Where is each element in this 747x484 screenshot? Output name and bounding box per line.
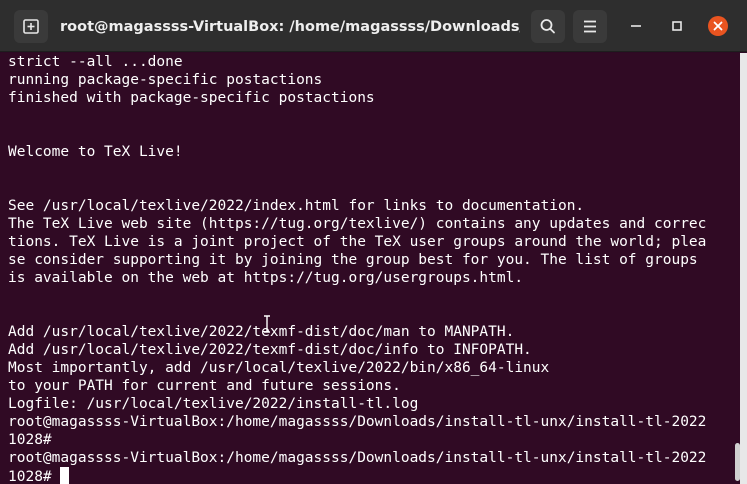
terminal-prompt-line[interactable]: 1028# [8, 467, 70, 484]
terminal-line: Welcome to TeX Live! [8, 144, 183, 160]
new-tab-icon [23, 19, 39, 34]
close-icon [708, 16, 728, 36]
mouse-ibeam-cursor-icon [264, 315, 270, 333]
terminal-line: Logfile: /usr/local/texlive/2022/install… [8, 396, 419, 412]
search-icon [540, 19, 555, 34]
terminal-line: strict --all ...done [8, 54, 183, 70]
terminal-line: running package-specific postactions [8, 72, 323, 88]
terminal-prompt-line: 1028# [8, 432, 61, 448]
new-tab-button[interactable] [14, 10, 48, 43]
terminal-line: tions. TeX Live is a joint project of th… [8, 234, 707, 250]
minimize-button[interactable] [625, 15, 647, 37]
terminal-prompt-line: root@magassss-VirtualBox:/home/magassss/… [8, 414, 707, 430]
terminal-line: is available on the web at https://tug.o… [8, 270, 524, 286]
terminal-line: Add /usr/local/texlive/2022/texmf-dist/d… [8, 342, 532, 358]
text-cursor [60, 467, 70, 484]
terminal-output[interactable]: strict --all ...done running package-spe… [0, 53, 733, 484]
close-button[interactable] [707, 15, 729, 37]
menu-button[interactable] [573, 10, 607, 43]
terminal-line: The TeX Live web site (https://tug.org/t… [8, 216, 707, 232]
maximize-button[interactable] [666, 15, 688, 37]
hamburger-menu-icon [584, 20, 596, 33]
prompt-text: 1028# [8, 469, 61, 484]
search-button[interactable] [531, 10, 565, 43]
terminal-line: se consider supporting it by joining the… [8, 252, 698, 268]
minimize-icon [631, 25, 641, 27]
terminal-line: finished with package-specific postactio… [8, 90, 375, 106]
terminal-line: to your PATH for current and future sess… [8, 378, 401, 394]
scrollbar-thumb[interactable] [735, 443, 740, 481]
terminal-line: Most importantly, add /usr/local/texlive… [8, 360, 550, 376]
desktop-background-edge [740, 53, 747, 484]
title-bar: root@magassss-VirtualBox: /home/magassss… [0, 0, 747, 52]
maximize-icon [672, 21, 682, 31]
terminal-prompt-line: root@magassss-VirtualBox:/home/magassss/… [8, 450, 707, 466]
window-title: root@magassss-VirtualBox: /home/magassss… [60, 19, 520, 35]
terminal-line: See /usr/local/texlive/2022/index.html f… [8, 198, 585, 214]
